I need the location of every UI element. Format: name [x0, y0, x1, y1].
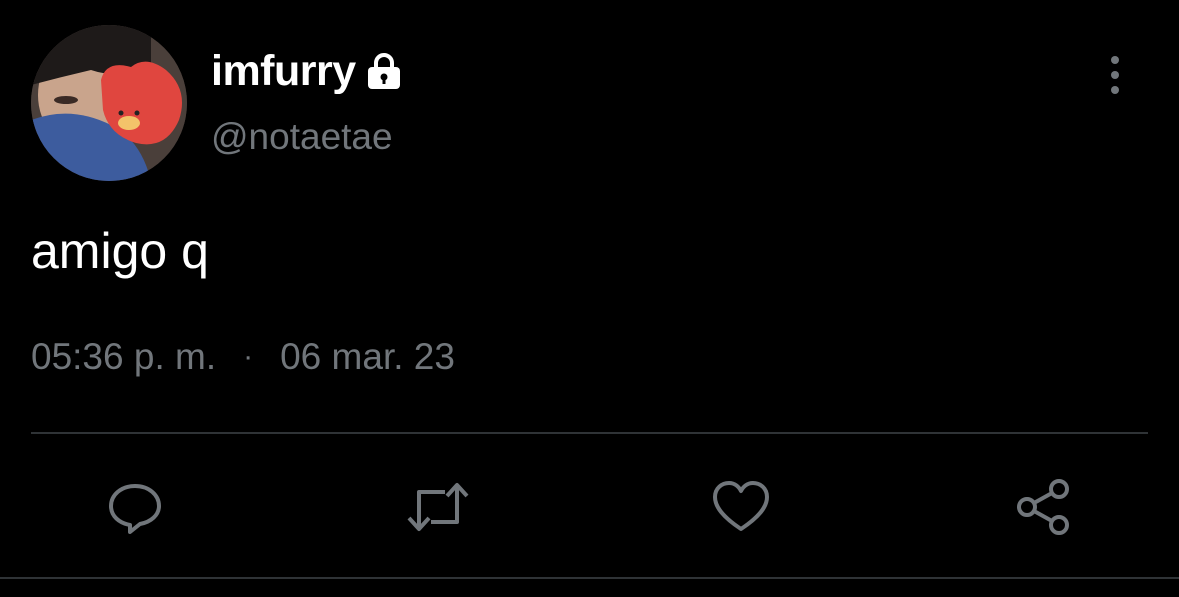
bottom-divider	[0, 577, 1179, 579]
user-handle[interactable]: @notaetae	[211, 116, 393, 158]
tweet-text: amigo q	[31, 223, 209, 279]
avatar-image	[31, 25, 187, 181]
display-name[interactable]: imfurry	[211, 47, 356, 96]
speech-bubble-icon	[109, 484, 161, 534]
tweet-time: 05:36 p. m.	[31, 336, 217, 377]
share-button[interactable]	[1008, 472, 1078, 542]
name-row: imfurry	[211, 44, 404, 98]
action-bar	[0, 472, 1179, 542]
heart-icon	[713, 481, 769, 531]
tweet-detail: imfurry @notaetae amigo q 05:36 p. m. · …	[0, 0, 1179, 597]
more-dot-icon	[1111, 86, 1119, 94]
more-options-button[interactable]	[1096, 52, 1134, 98]
divider	[31, 432, 1148, 434]
more-dot-icon	[1111, 56, 1119, 64]
like-button[interactable]	[706, 472, 776, 542]
avatar[interactable]	[31, 25, 187, 181]
tweet-date: 06 mar. 23	[280, 336, 455, 377]
share-icon	[1017, 479, 1069, 535]
reply-button[interactable]	[100, 472, 170, 542]
lock-icon	[364, 51, 404, 91]
retweet-icon	[407, 483, 469, 531]
tweet-timestamp: 05:36 p. m. · 06 mar. 23	[31, 336, 455, 378]
more-dot-icon	[1111, 71, 1119, 79]
meta-separator: ·	[243, 340, 254, 373]
retweet-button[interactable]	[403, 472, 473, 542]
